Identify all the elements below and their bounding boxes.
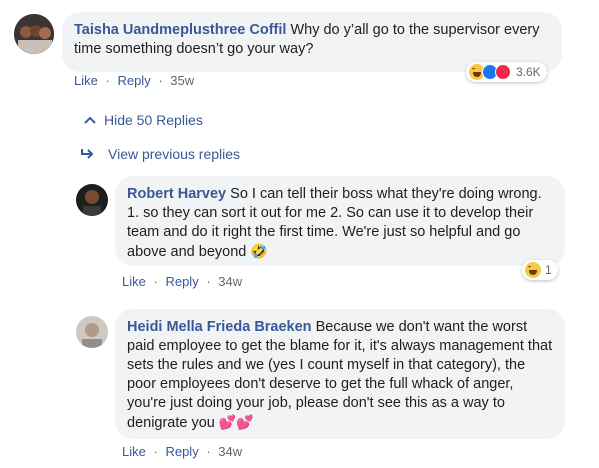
reply-link[interactable]: Reply	[165, 274, 198, 289]
hide-replies-button[interactable]: Hide 50 Replies	[84, 112, 203, 128]
hide-replies-label: Hide 50 Replies	[104, 112, 203, 128]
comment-actions: Like · Reply · 35w	[74, 73, 194, 88]
view-previous-label: View previous replies	[108, 146, 241, 162]
separator: ·	[153, 444, 158, 459]
two-hearts-emoji: 💕💕	[218, 414, 254, 430]
comment-author[interactable]: Robert Harvey	[127, 186, 226, 202]
love-reaction-icon	[495, 64, 511, 80]
avatar-photo	[14, 14, 54, 54]
comment-bubble: Robert Harvey So I can tell their boss w…	[115, 176, 565, 266]
reply-arrow-icon	[81, 149, 94, 159]
comment-author[interactable]: Taisha Uandmeplusthree Coffil	[74, 22, 286, 38]
avatar-photo	[76, 316, 108, 348]
reply-link[interactable]: Reply	[165, 444, 198, 459]
reaction-count: 1	[545, 263, 552, 277]
reply-link[interactable]: Reply	[117, 73, 150, 88]
timestamp[interactable]: 34w	[218, 444, 242, 459]
haha-reaction-icon	[525, 262, 541, 278]
like-link[interactable]: Like	[122, 444, 146, 459]
separator: ·	[206, 274, 211, 289]
timestamp[interactable]: 34w	[218, 274, 242, 289]
comment-actions: Like · Reply · 34w	[122, 444, 242, 459]
separator: ·	[206, 444, 211, 459]
avatar-photo	[76, 184, 108, 216]
chevron-up-icon	[84, 116, 96, 124]
timestamp[interactable]: 35w	[170, 73, 194, 88]
reaction-summary[interactable]: 3.6K	[466, 62, 547, 82]
comment-text: Because we don't want the worst paid emp…	[127, 319, 553, 431]
like-link[interactable]: Like	[74, 73, 98, 88]
comment-actions: Like · Reply · 34w	[122, 274, 242, 289]
reaction-summary[interactable]: 1	[522, 260, 558, 280]
reaction-count: 3.6K	[516, 65, 541, 79]
avatar[interactable]	[76, 184, 108, 216]
like-link[interactable]: Like	[122, 274, 146, 289]
separator: ·	[153, 274, 158, 289]
separator: ·	[158, 73, 163, 88]
separator: ·	[105, 73, 110, 88]
rofl-emoji: 🤣	[250, 243, 268, 259]
view-previous-replies-button[interactable]: View previous replies	[80, 146, 240, 162]
avatar[interactable]	[76, 316, 108, 348]
avatar[interactable]	[14, 14, 54, 54]
comment-bubble: Heidi Mella Frieda Braeken Because we do…	[115, 309, 565, 439]
comment-author[interactable]: Heidi Mella Frieda Braeken	[127, 319, 312, 335]
